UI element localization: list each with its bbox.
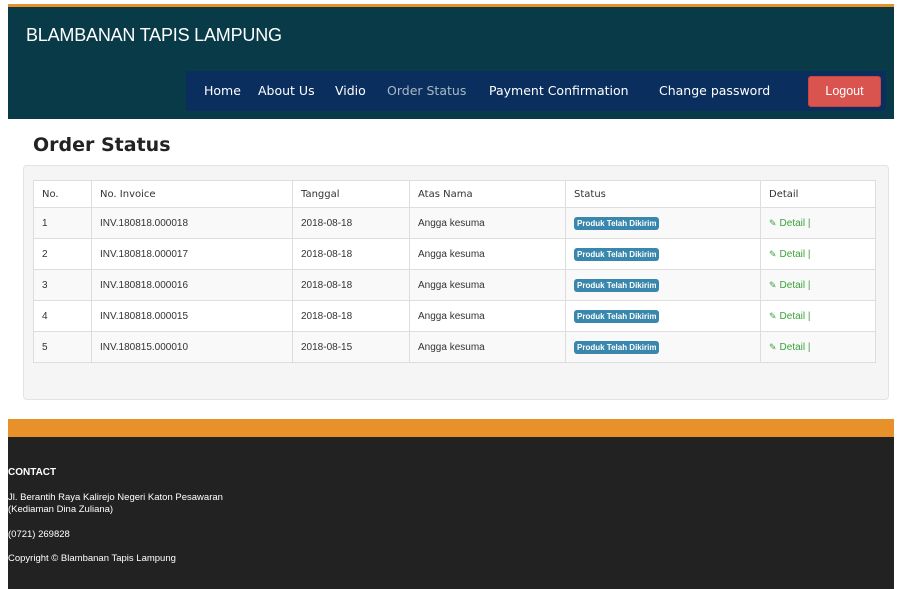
cell-invoice: INV.180818.000017	[91, 238, 293, 270]
pencil-icon: ✎	[769, 248, 777, 259]
nav-item-vidio[interactable]: Vidio	[335, 83, 366, 98]
footer-accent-bar	[8, 419, 894, 437]
order-status-table: No. No. Invoice Tanggal Atas Nama Status…	[33, 180, 876, 363]
table-row: 2 INV.180818.000017 2018-08-18 Angga kes…	[33, 238, 876, 270]
cell-no: 1	[33, 207, 92, 239]
table-header-row: No. No. Invoice Tanggal Atas Nama Status…	[33, 180, 876, 208]
main-nav: Home About Us Vidio Order Status Payment…	[186, 71, 886, 111]
footer-copyright: Copyright © Blambanan Tapis Lampung	[8, 553, 176, 564]
cell-detail: ✎ Detail |	[760, 238, 876, 270]
nav-item-about-us[interactable]: About Us	[258, 83, 315, 98]
table-row: 4 INV.180818.000015 2018-08-18 Angga kes…	[33, 300, 876, 332]
cell-invoice: INV.180818.000016	[91, 269, 293, 301]
pencil-icon: ✎	[769, 217, 777, 228]
cell-invoice: INV.180818.000015	[91, 300, 293, 332]
cell-detail: ✎ Detail |	[760, 300, 876, 332]
detail-link[interactable]: ✎ Detail |	[769, 280, 811, 291]
site-footer: CONTACT Jl. Berantih Raya Kalirejo Neger…	[8, 437, 894, 589]
table-row: 3 INV.180818.000016 2018-08-18 Angga kes…	[33, 269, 876, 301]
cell-detail: ✎ Detail |	[760, 207, 876, 239]
cell-atas-nama: Angga kesuma	[409, 238, 566, 270]
detail-label: Detail |	[779, 279, 811, 291]
cell-status: Produk Telah Dikirim	[565, 269, 761, 301]
order-table-panel: No. No. Invoice Tanggal Atas Nama Status…	[23, 165, 889, 400]
detail-label: Detail |	[779, 248, 811, 260]
detail-link[interactable]: ✎ Detail |	[769, 218, 811, 229]
status-badge: Produk Telah Dikirim	[574, 309, 660, 323]
nav-item-home[interactable]: Home	[204, 83, 241, 98]
detail-label: Detail |	[779, 341, 811, 353]
page-wrapper: BLAMBANAN TAPIS LAMPUNG Home About Us Vi…	[8, 4, 894, 589]
column-header-atas-nama: Atas Nama	[409, 180, 566, 208]
column-header-detail: Detail	[760, 180, 876, 208]
column-header-status: Status	[565, 180, 761, 208]
pencil-icon: ✎	[769, 279, 777, 290]
footer-phone: (0721) 269828	[8, 529, 70, 540]
status-badge: Produk Telah Dikirim	[574, 340, 660, 354]
logout-button[interactable]: Logout	[808, 76, 881, 107]
table-row: 1 INV.180818.000018 2018-08-18 Angga kes…	[33, 207, 876, 239]
status-badge: Produk Telah Dikirim	[574, 278, 660, 292]
status-badge: Produk Telah Dikirim	[574, 216, 660, 230]
cell-atas-nama: Angga kesuma	[409, 331, 566, 363]
footer-address-line2: (Kediaman Dina Zuliana)	[8, 504, 114, 515]
site-header: BLAMBANAN TAPIS LAMPUNG Home About Us Vi…	[8, 7, 894, 119]
cell-no: 2	[33, 238, 92, 270]
pencil-icon: ✎	[769, 341, 777, 352]
cell-invoice: INV.180815.000010	[91, 331, 293, 363]
detail-link[interactable]: ✎ Detail |	[769, 311, 811, 322]
pencil-icon: ✎	[769, 310, 777, 321]
footer-contact-title: CONTACT	[8, 467, 57, 478]
cell-no: 5	[33, 331, 92, 363]
cell-status: Produk Telah Dikirim	[565, 207, 761, 239]
cell-tanggal: 2018-08-18	[292, 238, 410, 270]
status-badge: Produk Telah Dikirim	[574, 247, 660, 261]
footer-address-line1: Jl. Berantih Raya Kalirejo Negeri Katon …	[8, 492, 223, 503]
cell-invoice: INV.180818.000018	[91, 207, 293, 239]
cell-status: Produk Telah Dikirim	[565, 300, 761, 332]
cell-atas-nama: Angga kesuma	[409, 300, 566, 332]
cell-tanggal: 2018-08-18	[292, 269, 410, 301]
cell-atas-nama: Angga kesuma	[409, 269, 566, 301]
cell-no: 4	[33, 300, 92, 332]
table-row: 5 INV.180815.000010 2018-08-15 Angga kes…	[33, 331, 876, 363]
brand-title[interactable]: BLAMBANAN TAPIS LAMPUNG	[26, 25, 282, 46]
cell-detail: ✎ Detail |	[760, 331, 876, 363]
cell-atas-nama: Angga kesuma	[409, 207, 566, 239]
cell-tanggal: 2018-08-18	[292, 300, 410, 332]
detail-link[interactable]: ✎ Detail |	[769, 249, 811, 260]
cell-detail: ✎ Detail |	[760, 269, 876, 301]
page-title: Order Status	[33, 134, 171, 156]
column-header-invoice: No. Invoice	[91, 180, 293, 208]
cell-status: Produk Telah Dikirim	[565, 331, 761, 363]
nav-item-change-password[interactable]: Change password	[659, 83, 770, 98]
cell-status: Produk Telah Dikirim	[565, 238, 761, 270]
column-header-tanggal: Tanggal	[292, 180, 410, 208]
cell-no: 3	[33, 269, 92, 301]
nav-item-order-status[interactable]: Order Status	[387, 83, 466, 98]
detail-label: Detail |	[779, 310, 811, 322]
main-content: Order Status No. No. Invoice Tanggal Ata…	[8, 119, 894, 419]
detail-label: Detail |	[779, 217, 811, 229]
nav-item-payment-confirmation[interactable]: Payment Confirmation	[489, 83, 629, 98]
cell-tanggal: 2018-08-15	[292, 331, 410, 363]
column-header-no: No.	[33, 180, 92, 208]
detail-link[interactable]: ✎ Detail |	[769, 342, 811, 353]
cell-tanggal: 2018-08-18	[292, 207, 410, 239]
